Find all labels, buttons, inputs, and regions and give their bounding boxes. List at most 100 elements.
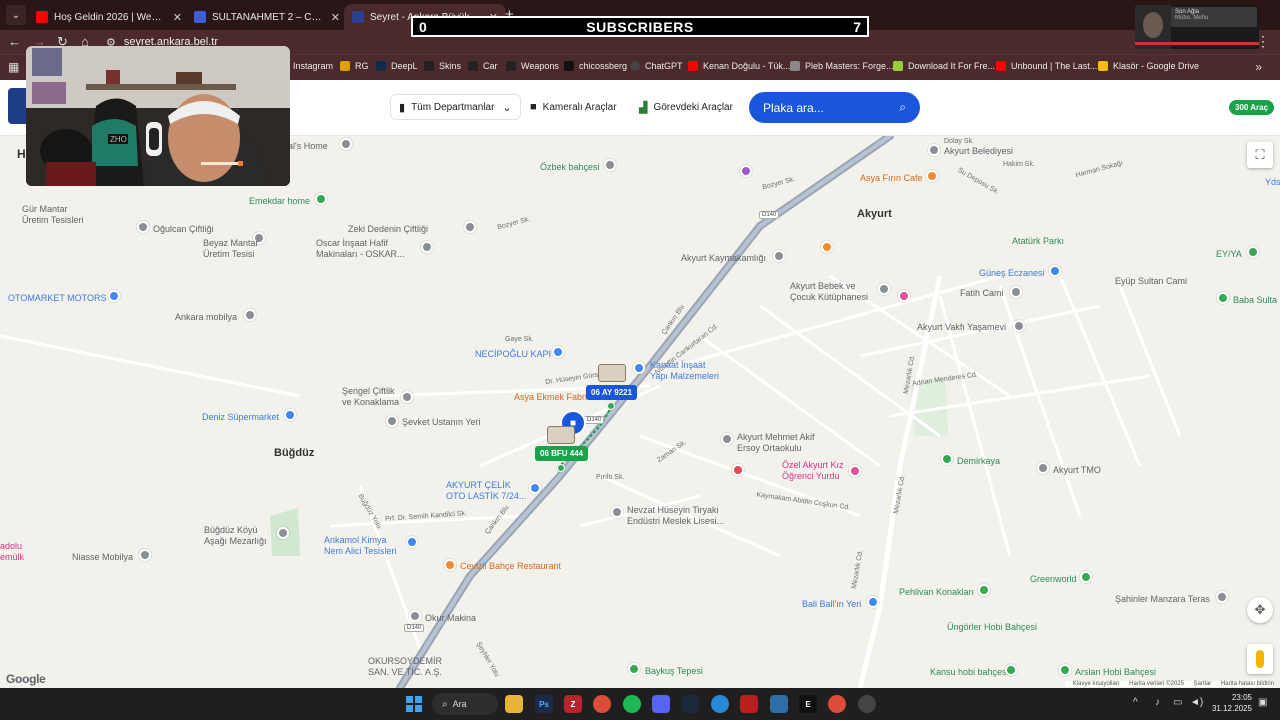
place-label[interactable]: OKURSOYDEMİR SAN. VE TİC. A.Ş. — [368, 656, 442, 678]
shop-pin-icon[interactable] — [108, 290, 120, 302]
place-pin-icon[interactable] — [1247, 246, 1259, 258]
place-label[interactable]: Akyurt TMO — [1053, 465, 1101, 476]
place-label[interactable]: Kanaat İnşaat Yapı Malzemeleri — [650, 360, 719, 382]
place-pin-icon[interactable] — [139, 549, 151, 561]
tab-search-menu-button[interactable]: ⌄ — [6, 5, 26, 25]
taskbar-search[interactable]: ⌕ Ara — [432, 693, 498, 715]
cemetery-pin-icon[interactable] — [277, 527, 289, 539]
place-label[interactable]: AKYURT ÇELİK OTO LASTİK 7/24... — [446, 480, 526, 502]
place-pin-icon[interactable] — [628, 663, 640, 675]
school-pin-icon[interactable] — [721, 433, 733, 445]
app-icon[interactable] — [770, 695, 788, 713]
shop-pin-icon[interactable] — [406, 536, 418, 548]
place-pin-icon[interactable] — [1217, 292, 1229, 304]
bookmark[interactable]: Pleb Masters: Forge... — [790, 61, 894, 71]
place-pin-icon[interactable] — [409, 610, 421, 622]
map-camera-control[interactable]: ✥ — [1247, 597, 1273, 623]
place-label[interactable]: Akyurt Vakfı Yaşamevi — [917, 322, 1006, 333]
street-view-pegman[interactable] — [1247, 644, 1273, 674]
place-label[interactable]: adolu emülk — [0, 541, 24, 563]
volume-icon[interactable]: ◄) — [1190, 697, 1203, 708]
bookmark[interactable]: Car — [468, 61, 498, 71]
place-label[interactable]: EY/YA — [1216, 249, 1242, 260]
place-pin-icon[interactable] — [1216, 591, 1228, 603]
place-label[interactable]: Akyurt Belediyesi — [944, 146, 1013, 157]
place-label[interactable]: Beyaz Mantar Üretim Tesisi — [203, 238, 259, 260]
camera-vehicles-button[interactable]: ■ Kameralı Araçlar — [522, 94, 625, 120]
place-pin-icon[interactable] — [604, 159, 616, 171]
place-label[interactable]: Atatürk Parkı — [1012, 236, 1064, 247]
filezilla-icon[interactable]: Z — [564, 695, 582, 713]
place-pin-icon[interactable] — [941, 453, 953, 465]
place-label[interactable]: Yds — [1265, 177, 1280, 188]
system-clock[interactable]: 23:05 31.12.2025 — [1206, 692, 1252, 714]
place-pin-icon[interactable] — [732, 464, 744, 476]
place-label[interactable]: Özel Akyurt Kız Öğrenci Yurdu — [782, 460, 844, 482]
place-label[interactable]: Zeki Dedenin Çiftliği — [348, 224, 428, 235]
place-label[interactable]: Büğdüz Köyü Aşağı Mezarlığı — [204, 525, 267, 547]
place-pin-icon[interactable] — [1005, 664, 1017, 676]
bookmark[interactable]: RG — [340, 61, 369, 71]
place-label[interactable]: Şevket Ustanın Yeri — [402, 417, 481, 428]
place-label[interactable]: Gür Mantar Üretim Tesisleri — [22, 204, 83, 226]
place-pin-icon[interactable] — [1080, 571, 1092, 583]
place-label[interactable]: Pehlivan Konakları — [899, 587, 974, 598]
vehicle-plate-label[interactable]: 06 BFU 444 — [535, 446, 589, 461]
place-label[interactable]: Baykuş Tepesi — [645, 666, 703, 677]
video-editor-icon[interactable] — [740, 695, 758, 713]
place-label[interactable]: Şengel Çiftlik ve Konaklama — [342, 386, 399, 408]
plate-search-input[interactable]: Plaka ara... ⌕ — [749, 92, 920, 123]
microphone-icon[interactable]: ♪ — [1155, 697, 1160, 708]
vehicle-plate-label[interactable]: 06 AY 9221 — [586, 385, 638, 400]
place-label[interactable]: Asya Fırın Cafe — [860, 173, 923, 184]
pharmacy-pin-icon[interactable] — [1049, 265, 1061, 277]
place-pin-icon[interactable] — [1037, 462, 1049, 474]
cafe-pin-icon[interactable] — [926, 170, 938, 182]
network-icon[interactable]: ▭ — [1173, 697, 1182, 708]
discord-icon[interactable] — [652, 695, 670, 713]
shop-pin-icon[interactable] — [633, 362, 645, 374]
place-label[interactable]: Akyurt Bebek ve Çocuk Kütüphanesi — [790, 281, 868, 303]
shop-pin-icon[interactable] — [867, 596, 879, 608]
place-pin-icon[interactable] — [137, 221, 149, 233]
place-label[interactable]: Oscar İnşaat Hafif Makinaları - OSKAR... — [316, 238, 405, 260]
place-label[interactable]: Kansu hobi bahçesi — [930, 667, 1009, 678]
place-pin-icon[interactable] — [1059, 664, 1071, 676]
place-pin-icon[interactable] — [878, 283, 890, 295]
place-label[interactable]: Güneş Eczanesi — [979, 268, 1045, 279]
place-label[interactable]: Oğulcan Çiftliği — [153, 224, 214, 235]
report-error-link[interactable]: Harita hatası bildirin — [1221, 681, 1274, 687]
place-label[interactable]: Şahinler Manzara Teras — [1115, 594, 1210, 605]
dorm-pin-icon[interactable] — [849, 465, 861, 477]
close-icon[interactable]: ✕ — [173, 11, 182, 24]
edge-icon[interactable] — [711, 695, 729, 713]
restaurant-pin-icon[interactable] — [444, 559, 456, 571]
place-label[interactable]: Ankara mobilya — [175, 312, 237, 323]
place-label[interactable]: Ankamol Kimya Nem Alici Tesisleri — [324, 535, 396, 557]
chrome-active-icon[interactable] — [828, 695, 846, 713]
bookmark[interactable]: Skins — [424, 61, 461, 71]
place-pin-icon[interactable] — [740, 165, 752, 177]
place-pin-icon[interactable] — [401, 391, 413, 403]
place-label[interactable]: Emekdar home — [249, 196, 310, 207]
truck-vehicle-icon[interactable] — [598, 364, 626, 382]
place-label[interactable]: OTOMARKET MOTORS — [8, 293, 107, 304]
bookmark[interactable]: Weapons — [506, 61, 559, 71]
place-label[interactable]: Cevizli Bahçe Restaurant — [460, 561, 561, 572]
shop-pin-icon[interactable] — [284, 409, 296, 421]
tray-overflow-icon[interactable]: ^ — [1133, 697, 1138, 708]
bookmark[interactable]: Kenan Doğulu - Tük... — [688, 61, 790, 71]
place-label[interactable]: Fatih Cami — [960, 288, 1004, 299]
bookmark[interactable]: chicossberg — [564, 61, 627, 71]
place-pin-icon[interactable] — [464, 221, 476, 233]
chrome-icon[interactable] — [593, 695, 611, 713]
bookmark[interactable]: Unbound | The Last... — [996, 61, 1097, 71]
file-explorer-icon[interactable] — [505, 695, 523, 713]
windows-start-button[interactable] — [406, 696, 422, 712]
place-label[interactable]: Nevzat Hüseyin Tiryaki Endüstri Meslek L… — [627, 505, 724, 527]
place-label[interactable]: Demirkaya — [957, 456, 1000, 467]
place-pin-icon[interactable] — [386, 415, 398, 427]
place-pin-icon[interactable] — [898, 290, 910, 302]
place-label[interactable]: Eyüp Sultan Cami — [1115, 276, 1187, 287]
bookmark[interactable]: Download It For Fre... — [893, 61, 995, 71]
